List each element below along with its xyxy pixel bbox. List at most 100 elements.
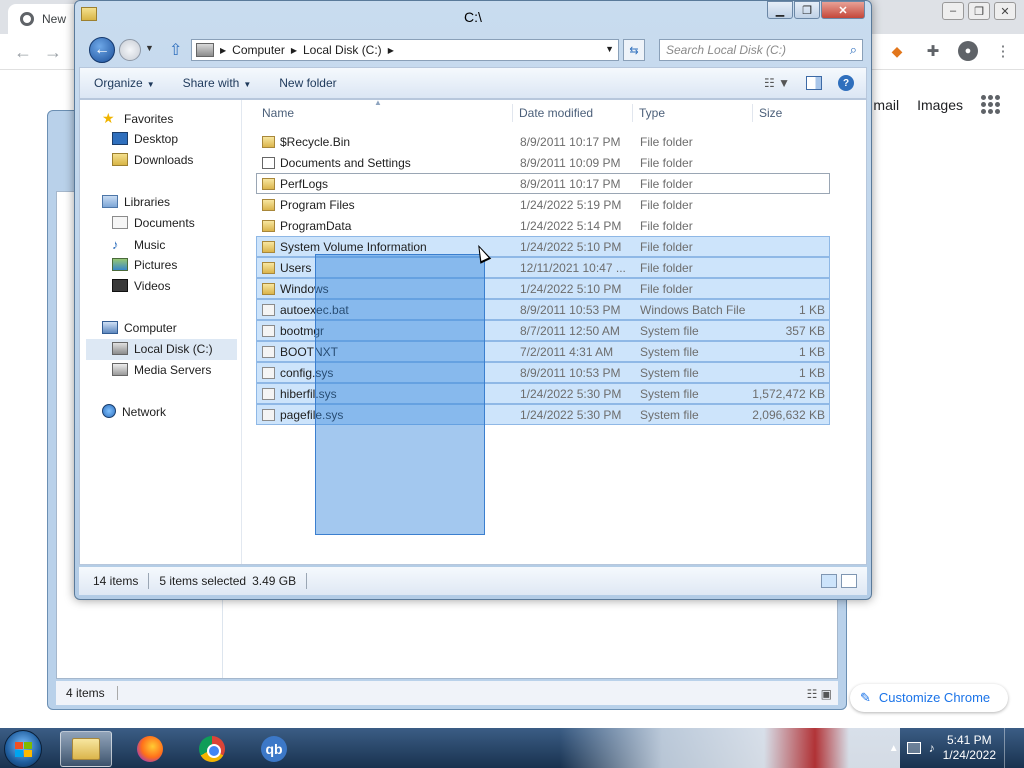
chevron-right-icon[interactable]: ▶ [388,46,394,55]
recent-pages-dropdown-icon[interactable]: ▼ [145,43,154,53]
kebab-menu-icon[interactable]: ⋮ [992,40,1014,62]
file-row[interactable]: PerfLogs 8/9/2011 10:17 PM File folder [256,173,830,194]
file-row[interactable]: hiberfil.sys 1/24/2022 5:30 PM System file… [256,383,830,404]
file-list[interactable]: ▲ Name Date modified Type Size $Recycle.… [242,98,866,564]
file-type: System file [640,345,699,359]
file-row[interactable]: pagefile.sys 1/24/2022 5:30 PM System file… [256,404,830,425]
nav-pictures-label: Pictures [134,258,178,272]
search-input[interactable]: Search Local Disk (C:) ⌕ [659,39,863,61]
breadcrumb-computer[interactable]: Computer [232,43,285,57]
start-button[interactable] [4,730,42,768]
search-icon[interactable]: ⌕ [850,42,857,58]
column-size[interactable]: Size [759,106,782,120]
gmail-link[interactable]: mail [873,97,899,113]
chrome-close-button[interactable]: ✕ [994,2,1016,20]
nav-music[interactable]: ♪ Music [80,234,241,255]
taskbar-firefox[interactable] [124,731,176,767]
explorer-window[interactable]: C:\ ▁ ❐ ✕ ← ▼ ⇧ ▶ Computer ▶ Local Disk … [74,0,872,600]
nav-libraries[interactable]: Libraries [80,192,241,213]
taskbar-explorer[interactable] [60,731,112,767]
address-bar[interactable]: ▶ Computer ▶ Local Disk (C:) ▶ ▼ [191,39,619,61]
column-separator[interactable] [512,104,513,122]
details-view-icon[interactable] [821,574,837,588]
file-row[interactable]: Documents and Settings 8/9/2011 10:09 PM F… [256,152,830,173]
chrome-forward-icon[interactable]: → [44,42,62,63]
system-file-icon [262,367,275,379]
chrome-maximize-button[interactable]: ❐ [968,2,990,20]
column-separator[interactable] [632,104,633,122]
column-separator[interactable] [752,104,753,122]
column-type[interactable]: Type [639,106,665,120]
maximize-button[interactable]: ❐ [794,1,820,19]
help-icon[interactable]: ? [838,75,854,91]
chevron-right-icon[interactable]: ▶ [291,46,297,55]
file-row[interactable]: Program Files 1/24/2022 5:19 PM File folde… [256,194,830,215]
nav-local-disk[interactable]: Local Disk (C:) [86,339,237,360]
column-name[interactable]: Name [262,106,294,120]
file-type: File folder [640,135,693,149]
nav-network[interactable]: Network [80,402,241,423]
customize-chrome-label: Customize Chrome [878,690,991,705]
clock-date: 1/24/2022 [942,748,996,762]
large-icons-view-icon[interactable] [841,574,857,588]
tray-expand-icon[interactable]: ▲ [889,743,899,754]
nav-computer[interactable]: Computer [80,318,241,339]
profile-avatar-icon[interactable]: ● [958,41,978,61]
file-name: Program Files [280,198,355,212]
change-view-button[interactable]: ☷ ▼ [764,76,790,90]
chrome-back-icon[interactable]: ← [14,42,32,63]
nav-media-servers[interactable]: Media Servers [80,360,241,381]
taskbar-chrome[interactable] [186,731,238,767]
chevron-right-icon[interactable]: ▶ [220,46,226,55]
metamask-icon[interactable]: ◆ [886,40,908,62]
chrome-minimize-button[interactable]: – [942,2,964,20]
file-size: 1 KB [798,366,825,380]
up-arrow-icon[interactable]: ⇧ [169,40,182,60]
nav-media-servers-label: Media Servers [134,363,212,377]
column-date-modified[interactable]: Date modified [519,106,593,120]
navigation-pane[interactable]: ★ Favorites Desktop Downloads Libraries D… [80,100,242,564]
title-bar[interactable]: C:\ ▁ ❐ ✕ [75,1,871,31]
nav-desktop[interactable]: Desktop [80,129,241,150]
show-desktop-button[interactable] [1004,728,1014,768]
command-bar: Organize ▼ Share with ▼ New folder ☷ ▼ ? [79,67,867,99]
breadcrumb-local-disk[interactable]: Local Disk (C:) [303,43,382,57]
taskbar-qbittorrent[interactable]: qb [248,731,300,767]
minimize-button[interactable]: ▁ [767,1,793,19]
file-row[interactable]: Users 12/11/2021 10:47 ... File folder [256,257,830,278]
network-status-icon[interactable] [906,742,921,754]
forward-button[interactable] [119,39,141,61]
new-folder-button[interactable]: New folder [265,76,350,90]
file-name: ProgramData [280,219,352,233]
organize-button[interactable]: Organize ▼ [80,76,169,90]
address-dropdown-icon[interactable]: ▼ [605,44,614,54]
refresh-button[interactable]: ⇆ [623,39,645,61]
file-row[interactable]: config.sys 8/9/2011 10:53 PM System file 1 … [256,362,830,383]
customize-chrome-button[interactable]: ✎ Customize Chrome [850,684,1008,712]
item-count: 14 items [93,574,139,588]
nav-documents[interactable]: Documents [80,213,241,234]
file-row[interactable]: System Volume Information 1/24/2022 5:10 … [256,236,830,257]
nav-downloads[interactable]: Downloads [80,150,241,171]
file-row[interactable]: BOOTNXT 7/2/2011 4:31 AM System file 1 KB [256,341,830,362]
shortcut-folder-icon [262,157,275,169]
file-row[interactable]: autoexec.bat 8/9/2011 10:53 PM Windows Bat… [256,299,830,320]
volume-icon[interactable]: ♪ [929,741,935,755]
apps-grid-icon[interactable] [981,95,1000,114]
nav-videos[interactable]: Videos [80,276,241,297]
file-row[interactable]: $Recycle.Bin 8/9/2011 10:17 PM File folder [256,131,830,152]
puzzle-icon[interactable]: ✚ [922,40,944,62]
preview-pane-icon[interactable] [806,76,822,90]
star-icon: ★ [102,110,115,126]
images-link[interactable]: Images [917,97,963,113]
close-button[interactable]: ✕ [821,1,865,19]
file-row[interactable]: bootmgr 8/7/2011 12:50 AM System file 357 K… [256,320,830,341]
back-button[interactable]: ← [89,37,115,63]
background-view-icons[interactable]: ☷ ▣ [807,687,832,701]
file-row[interactable]: Windows 1/24/2022 5:10 PM File folder [256,278,830,299]
share-with-button[interactable]: Share with ▼ [169,76,266,90]
clock[interactable]: 5:41 PM 1/24/2022 [943,733,996,763]
nav-pictures[interactable]: Pictures [80,255,241,276]
nav-favorites[interactable]: ★ Favorites [80,108,241,129]
file-row[interactable]: ProgramData 1/24/2022 5:14 PM File folder [256,215,830,236]
